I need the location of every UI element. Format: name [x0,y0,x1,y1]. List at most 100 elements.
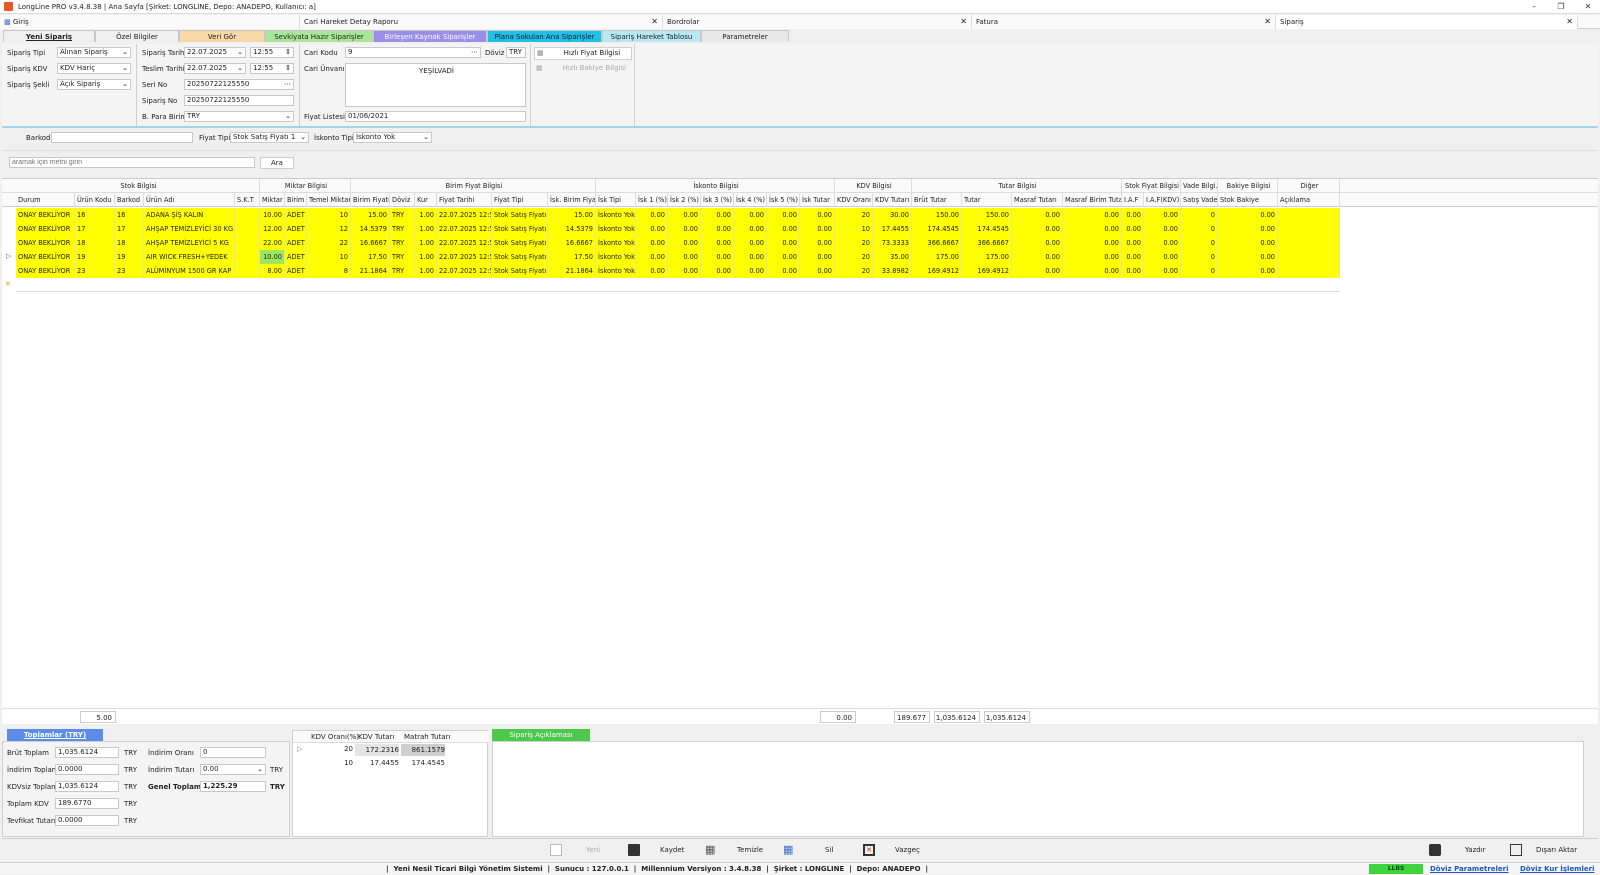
table-row[interactable]: ONAY BEKLİYOR 23 23 ALÜMİNYUM 1500 GR KAP 8.… [16,264,1340,278]
tab-sevkiyata-hazir[interactable]: Sevkiyata Hazır Siparişler [265,30,373,42]
grid-column-header[interactable]: Barkod [115,193,144,207]
cari-kodu-input[interactable]: 9 ⋯ [345,47,481,58]
table-cell: ONAY BEKLİYOR [16,236,75,250]
grid-column-header[interactable]: Fiyat Tarihi [437,193,492,207]
grid-column-header[interactable]: Satış Vade [1181,193,1218,207]
grid-column-header[interactable]: Durum [16,193,75,207]
doc-tab-siparis[interactable]: Sipariş ✕ [1276,15,1578,29]
cari-unvani-input[interactable]: YEŞİLVADİ [345,63,526,107]
ara-button[interactable]: Ara [260,157,294,169]
temizle-button[interactable]: ▦ Temizle [705,842,775,858]
tab-siparis-hareket[interactable]: Sipariş Hareket Tablosu [602,30,701,42]
hizli-bakiye-button[interactable]: ▦ Hızlı Bakiye Bilgisi [534,63,632,76]
tab-yeni-siparis[interactable]: Yeni Sipariş [3,30,95,42]
siparis-sekli-select[interactable]: Açık Sipariş ⌄ [57,79,131,90]
grid-column-header[interactable]: İsk Tipi [596,193,636,207]
doviz-kur-link[interactable]: Döviz Kur İşlemleri [1520,863,1594,875]
kaydet-button[interactable]: Kaydet [628,842,698,858]
teslim-saat-input[interactable]: 12:55 ⇕ [250,63,294,74]
tab-plana-sokulan[interactable]: Plana Sokulan Ana Siparişler [487,30,602,42]
grid-column-header[interactable]: Birim [285,193,307,207]
grid-column-header[interactable]: Masraf Birim Tutarı [1063,193,1122,207]
kdv-col-oran: KDV Oranı(%) [311,733,360,741]
close-tab-icon[interactable]: ✕ [1264,15,1271,29]
grid-column-header[interactable]: I.A.F(KDV) [1144,193,1181,207]
close-tab-icon[interactable]: ✕ [1566,15,1573,29]
hizli-fiyat-button[interactable]: ▦ Hızlı Fiyat Bilgisi [534,47,632,60]
fiyat-tipi-select[interactable]: Stok Satış Fiyatı 1 ⌄ [230,132,309,143]
disari-aktar-button[interactable]: Dışarı Aktar [1510,842,1590,858]
spin-icon: ⇕ [285,48,291,56]
grid-column-header[interactable]: Döviz [390,193,415,207]
siparis-no-input[interactable]: 20250722125550 [184,95,294,106]
grid-column-header[interactable]: Fiyat Tipi [492,193,548,207]
fiyat-listesi-input[interactable]: 01/06/2021 [345,111,526,122]
grid-column-header[interactable]: Kur [415,193,437,207]
barkod-input[interactable] [51,132,193,143]
chevron-down-icon: ⌄ [122,48,128,56]
close-icon[interactable]: ✕ [1578,1,1598,13]
tab-ozel-bilgiler[interactable]: Özel Bilgiler [95,30,179,42]
grid-column-header[interactable]: İsk Tutar [800,193,835,207]
restore-icon[interactable]: ❐ [1551,1,1571,13]
seri-no-input[interactable]: 20250722125550 ⋯ [184,79,294,90]
vazgec-button[interactable]: ✕ Vazgeç [863,842,933,858]
aciklama-textarea[interactable] [492,741,1584,837]
siparis-saat-input[interactable]: 12:55 ⇕ [250,47,294,58]
minimize-icon[interactable]: – [1524,1,1544,13]
tab-parametreler[interactable]: Parametreler [701,30,789,42]
yazdir-button[interactable]: Yazdır [1429,842,1489,858]
table-row[interactable]: ONAY BEKLİYOR 19 19 AIR WICK FRESH+YEDEK 10.… [16,250,1340,264]
search-input[interactable] [9,157,255,168]
siparis-kdv-select[interactable]: KDV Hariç ⌄ [57,63,131,74]
indirim-orani-input[interactable]: 0 [200,747,266,758]
doc-tab-giris[interactable]: ▩ Giriş [0,15,300,29]
doviz-input[interactable]: TRY [506,47,526,58]
tab-veri-gor[interactable]: Veri Gör [179,30,265,42]
grid-column-header[interactable]: KDV Oranı [835,193,873,207]
indirim-tutari-select[interactable]: 0.00 ⌄ [200,764,266,775]
table-row[interactable]: ONAY BEKLİYOR 18 18 AHŞAP TEMİZLEYİCİ 5 KG 2… [16,236,1340,250]
grid-column-header[interactable]: I.A.F [1122,193,1144,207]
table-row[interactable]: ONAY BEKLİYOR 16 16 ADANA ŞİŞ KALIN 10.00 ADE… [16,208,1340,222]
tab-toplamlar[interactable]: Toplamlar (TRY) [7,729,103,741]
grid-column-header[interactable]: Stok Bakiye [1218,193,1278,207]
sil-button[interactable]: ▦ Sil [783,842,843,858]
grid-column-header[interactable]: KDV Tutarı [873,193,912,207]
table-cell: 14.5379 [548,222,596,236]
grid-column-header[interactable]: S.K.T [235,193,260,207]
siparis-tipi-select[interactable]: Alınan Sipariş ⌄ [57,47,131,58]
close-tab-icon[interactable]: ✕ [960,15,967,29]
grid-column-header[interactable]: Brüt Tutar [912,193,962,207]
grid-column-header[interactable]: Birim Fiyatı [351,193,390,207]
grid-column-header[interactable]: İsk 2 (%) [668,193,701,207]
grid-column-header[interactable]: İsk 3 (%) [701,193,734,207]
table-row[interactable]: ONAY BEKLİYOR 17 17 AHŞAP TEMİZLEYİCİ 30 KG… [16,222,1340,236]
grid-column-header[interactable]: Ürün Adı [144,193,235,207]
teslim-tarihi-input[interactable]: 22.07.2025 ⌄ [184,63,246,74]
para-birimi-select[interactable]: TRY ⌄ [184,111,294,122]
grid-column-header[interactable]: Ürün Kodu [75,193,115,207]
kaydet-label: Kaydet [660,846,685,854]
tab-siparis-aciklamasi[interactable]: Sipariş Açıklaması [492,729,590,741]
grid-column-header[interactable]: Masraf Tutarı [1012,193,1063,207]
siparis-tarihi-input[interactable]: 22.07.2025 ⌄ [184,47,246,58]
grid-column-header[interactable]: İsk 4 (%) [734,193,767,207]
doviz-parametreleri-link[interactable]: Döviz Parametreleri [1430,863,1509,875]
para-birimi-value: TRY [187,112,200,120]
grid-column-header[interactable]: Miktar [260,193,285,207]
new-row[interactable] [16,278,1340,292]
grid-column-header[interactable]: İsk. Birim Fiyat [548,193,596,207]
doc-tab-cari-hareket[interactable]: Cari Hareket Detay Raporu ✕ [300,15,663,29]
close-tab-icon[interactable]: ✕ [651,15,658,29]
grid-column-header[interactable]: Açıklama [1278,193,1340,207]
grid-column-header[interactable]: Temel Miktar [307,193,351,207]
iskonto-tipi-select[interactable]: İskonto Yok ⌄ [353,132,432,143]
yeni-button[interactable]: Yeni [550,842,610,858]
grid-column-header[interactable]: İsk 1 (%) [636,193,668,207]
grid-column-header[interactable]: Tutar [962,193,1012,207]
grid-column-header[interactable]: İsk 5 (%) [767,193,800,207]
tab-birlesen-kaynak[interactable]: Birleşen Kaynak Siparişler [373,30,487,42]
doc-tab-fatura[interactable]: Fatura ✕ [972,15,1276,29]
doc-tab-bordrolar[interactable]: Bordrolar ✕ [663,15,972,29]
